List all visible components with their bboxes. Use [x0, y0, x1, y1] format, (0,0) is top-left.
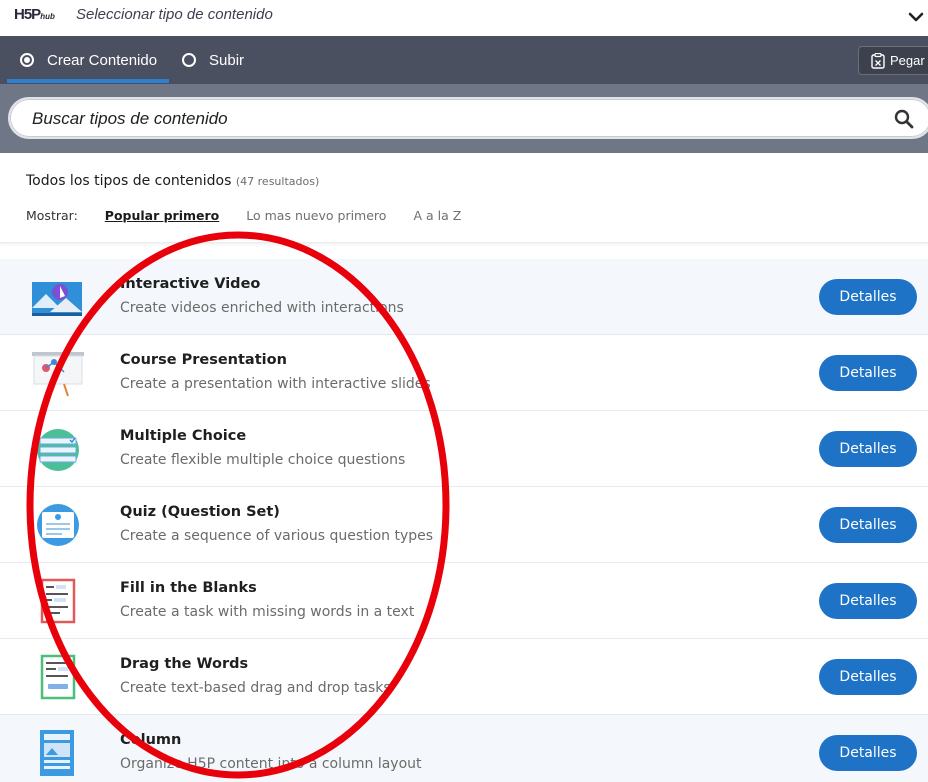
- sort-options: Mostrar: Popular primero Lo mas nuevo pr…: [26, 208, 488, 223]
- drag-the-words-icon: [40, 654, 76, 700]
- paste-button[interactable]: Pegar: [858, 46, 928, 75]
- sort-newest[interactable]: Lo mas nuevo primero: [246, 208, 386, 223]
- results-header: Todos los tipos de contenidos (47 result…: [0, 153, 928, 243]
- search-input[interactable]: [32, 108, 882, 130]
- content-type-description: Create flexible multiple choice question…: [120, 452, 406, 468]
- tab-create-content[interactable]: Crear Contenido: [20, 36, 157, 84]
- content-type-description: Create a sequence of various question ty…: [120, 528, 434, 544]
- details-button[interactable]: Detalles: [819, 431, 917, 467]
- hub-header[interactable]: H5Phub Seleccionar tipo de contenido: [0, 0, 928, 36]
- content-type-name: Multiple Choice: [120, 428, 247, 444]
- content-type-description: Create videos enriched with interactions: [120, 300, 404, 316]
- radio-checked-icon: [20, 53, 34, 67]
- fill-in-the-blanks-icon: [40, 578, 76, 624]
- interactive-video-icon: [32, 282, 82, 316]
- active-tab-indicator: [7, 79, 169, 83]
- list-item[interactable]: Fill in the Blanks Create a task with mi…: [0, 563, 928, 639]
- tab-upload-label: Subir: [209, 51, 245, 69]
- search-area: [0, 84, 928, 153]
- content-type-description: Create a task with missing words in a te…: [120, 604, 415, 620]
- details-button[interactable]: Detalles: [819, 659, 917, 695]
- list-item[interactable]: Drag the Words Create text-based drag an…: [0, 639, 928, 715]
- h5p-hub-logo: H5Phub: [14, 6, 55, 23]
- content-type-name: Course Presentation: [120, 352, 287, 368]
- paste-label: Pegar: [890, 53, 925, 68]
- content-type-name: Drag the Words: [120, 656, 249, 672]
- logo-sub-text: hub: [40, 12, 55, 21]
- question-set-icon: [37, 504, 79, 546]
- tab-upload[interactable]: Subir: [182, 36, 244, 84]
- content-type-description: Create text-based drag and drop tasks: [120, 680, 391, 696]
- details-button[interactable]: Detalles: [819, 735, 917, 771]
- search-icon[interactable]: [894, 109, 914, 129]
- course-presentation-icon: [32, 352, 84, 397]
- list-item[interactable]: Quiz (Question Set) Create a sequence of…: [0, 487, 928, 563]
- sort-popular[interactable]: Popular primero: [105, 208, 219, 223]
- list-item[interactable]: Column Organize H5P content into a colum…: [0, 715, 928, 782]
- details-button[interactable]: Detalles: [819, 583, 917, 619]
- search-box[interactable]: [8, 97, 928, 139]
- results-title: Todos los tipos de contenidos (47 result…: [26, 173, 319, 189]
- tab-create-label: Crear Contenido: [47, 51, 158, 69]
- content-type-list: Interactive Video Create videos enriched…: [0, 259, 928, 782]
- list-item[interactable]: Interactive Video Create videos enriched…: [0, 259, 928, 335]
- content-type-name: Fill in the Blanks: [120, 580, 257, 596]
- chevron-down-icon[interactable]: [906, 7, 926, 27]
- results-count: (47 resultados): [235, 175, 320, 188]
- list-item[interactable]: Course Presentation Create a presentatio…: [0, 335, 928, 411]
- list-item[interactable]: Multiple Choice Create flexible multiple…: [0, 411, 928, 487]
- tab-bar: Crear Contenido Subir: [0, 36, 928, 84]
- details-button[interactable]: Detalles: [819, 355, 917, 391]
- content-type-name: Quiz (Question Set): [120, 504, 280, 520]
- logo-text: H5P: [14, 6, 41, 23]
- sort-alphabetical[interactable]: A a la Z: [413, 208, 461, 223]
- hub-title: Seleccionar tipo de contenido: [76, 6, 273, 23]
- details-button[interactable]: Detalles: [819, 507, 917, 543]
- multiple-choice-icon: [37, 429, 79, 471]
- content-type-name: Interactive Video: [120, 276, 261, 292]
- content-type-description: Organize H5P content into a column layou…: [120, 756, 422, 772]
- content-type-description: Create a presentation with interactive s…: [120, 376, 431, 392]
- content-type-name: Column: [120, 732, 182, 748]
- results-title-text: Todos los tipos de contenidos: [26, 173, 232, 189]
- details-button[interactable]: Detalles: [819, 279, 917, 315]
- column-icon: [40, 730, 74, 776]
- sort-label: Mostrar:: [26, 208, 78, 223]
- radio-unchecked-icon: [182, 53, 196, 67]
- clipboard-icon: [871, 52, 885, 69]
